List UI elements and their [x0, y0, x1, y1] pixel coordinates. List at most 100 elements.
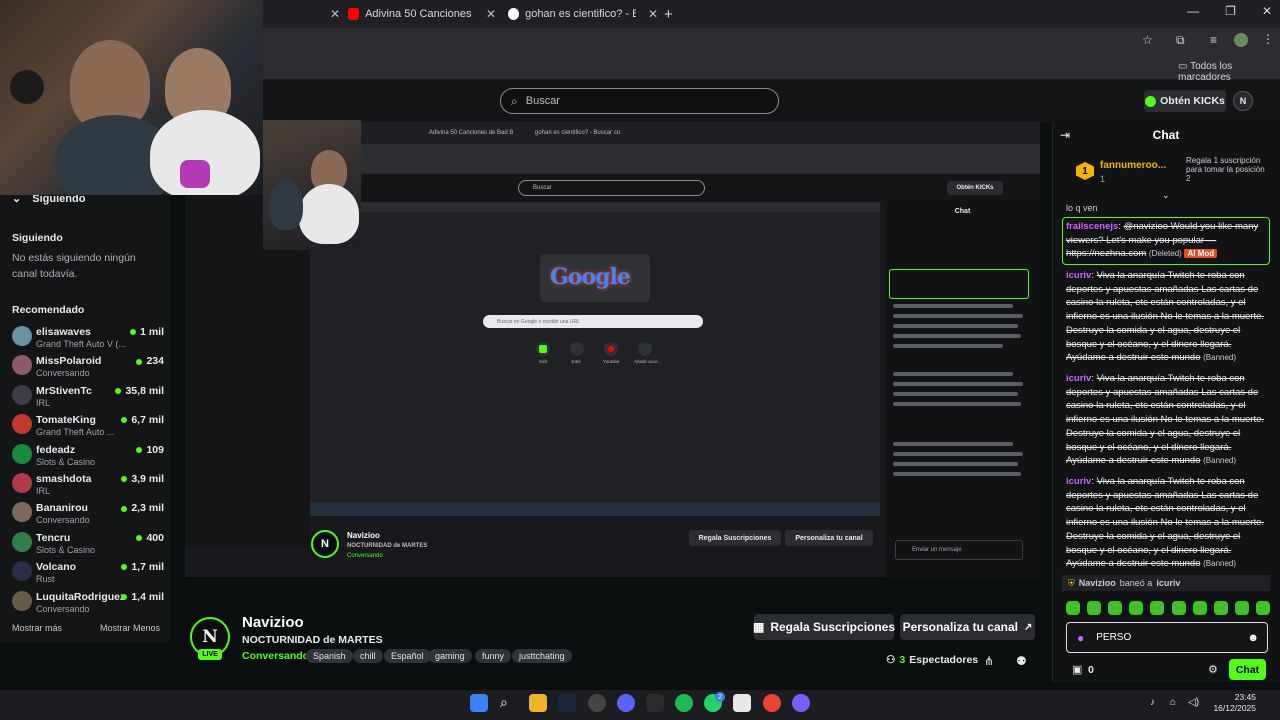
pinned-cta: Regala 1 suscripción para tomar la posic… — [1186, 156, 1265, 183]
chat-message[interactable]: icuriv: Viva la anarquía Twitch te roba … — [1066, 372, 1270, 468]
sidebar-channel-item[interactable]: elisawaves Grand Theft Auto V (... 1 mil — [12, 324, 164, 352]
kicks-wallet-icon[interactable]: ▣ — [1072, 663, 1082, 676]
gift-subs-button[interactable]: ▦ Regala Suscripciones — [753, 614, 895, 640]
google-logo-box: Google — [540, 254, 650, 302]
share-icon[interactable]: ⋔ — [984, 654, 994, 668]
profile-icon[interactable] — [1234, 33, 1248, 47]
close-icon[interactable]: ✕ — [648, 7, 658, 21]
avatar — [12, 414, 32, 435]
chat-input[interactable]: ● PERSO ☻ — [1066, 622, 1268, 653]
stream-tag[interactable]: Spanish — [306, 649, 353, 663]
show-more-link[interactable]: Mostrar más — [12, 623, 62, 633]
sidebar-channel-item[interactable]: Bananirou Conversando 2,3 mil — [12, 500, 164, 528]
emote-icon[interactable] — [1087, 601, 1102, 615]
channel-viewers: 234 — [136, 355, 164, 367]
avatar — [12, 590, 32, 611]
kick-coin-icon — [1145, 95, 1157, 107]
chat-send-button[interactable]: Chat — [1229, 659, 1266, 680]
chat-message[interactable]: frailscenejs: @navizioo Would you like m… — [1066, 220, 1270, 261]
maximize-icon[interactable]: ❐ — [1225, 4, 1236, 18]
chat-username[interactable]: icuriv — [1066, 270, 1091, 281]
capcut-icon[interactable] — [733, 694, 751, 712]
sidebar-channel-item[interactable]: fedeadz Slots & Casino 109 — [12, 442, 164, 470]
external-link-icon: ↗ — [1024, 621, 1033, 633]
volume-icon[interactable]: ◁) — [1188, 697, 1199, 708]
emote-icon[interactable] — [1255, 601, 1270, 615]
discord-icon[interactable] — [617, 694, 635, 712]
microphone-tray-icon[interactable]: ♪ — [1150, 697, 1155, 708]
sidebar-channel-item[interactable]: Tencru Slots & Casino 400 — [12, 530, 164, 558]
extensions-icon[interactable]: ⧉ — [1176, 33, 1185, 48]
microphone-icon[interactable]: ● — [1077, 631, 1084, 645]
start-icon[interactable] — [470, 694, 488, 712]
chat-username[interactable]: icuriv — [1066, 373, 1091, 384]
customize-channel-button[interactable]: Personaliza tu canal ↗ — [900, 614, 1035, 640]
emote-icon[interactable] — [1192, 601, 1207, 615]
minimize-icon[interactable]: — — [1187, 4, 1199, 18]
chat-username[interactable]: frailscenejs — [1066, 221, 1118, 232]
get-kicks-button[interactable]: Obtén KICKs — [1144, 90, 1226, 112]
emote-icon[interactable] — [1213, 601, 1228, 615]
spotify-icon[interactable] — [675, 694, 693, 712]
emote-icon[interactable] — [1234, 601, 1249, 615]
channel-name: elisawaves — [36, 326, 91, 338]
moderation-flag: (Banned) — [1203, 353, 1237, 363]
gear-icon[interactable]: ⚙ — [1208, 663, 1218, 676]
channel-category: Conversando — [36, 515, 90, 526]
tab-close-icon[interactable]: ✕ — [324, 4, 340, 24]
close-window-icon[interactable]: ✕ — [1262, 4, 1272, 18]
network-icon[interactable]: ⌂ — [1170, 697, 1176, 708]
star-icon[interactable]: ☆ — [1142, 33, 1153, 47]
chat-text: Viva la anarquía Twitch te roba con depo… — [1066, 270, 1265, 364]
emote-icon[interactable] — [1150, 601, 1165, 615]
menu-icon[interactable]: ⋮ — [1262, 32, 1274, 46]
streamer-name[interactable]: Navizioo — [242, 614, 304, 631]
sidebar-channel-item[interactable]: MissPolaroid Conversando 234 — [12, 353, 164, 381]
avatar — [12, 355, 32, 376]
steam-icon[interactable] — [558, 694, 576, 712]
app-icon[interactable] — [588, 694, 606, 712]
reading-list-icon[interactable]: ≡ — [1210, 33, 1217, 47]
stream-tag[interactable]: chill — [353, 649, 383, 663]
search-input[interactable]: ⌕ Buscar — [500, 88, 779, 114]
emote-icon[interactable] — [1129, 601, 1144, 615]
stream-tag[interactable]: gaming — [428, 649, 472, 663]
partial-message: lo q ven — [1066, 203, 1098, 213]
nested-video: Google Buscar en Google o escribir una U… — [310, 202, 880, 502]
system-clock[interactable]: 23:45 16/12/2025 — [1213, 692, 1256, 714]
following-empty-text: No estás siguiendo ningún canal todavía. — [12, 252, 136, 280]
emote-icon[interactable] — [1171, 601, 1186, 615]
chat-message[interactable]: icuriv: Viva la anarquía Twitch te roba … — [1066, 475, 1270, 571]
search-icon[interactable]: ⌕ — [500, 694, 518, 712]
epic-games-icon[interactable] — [646, 694, 664, 712]
app-icon[interactable] — [792, 694, 810, 712]
stream-tag[interactable]: justtchating — [512, 649, 572, 663]
tab-gohan-search[interactable]: gohan es cientifico? - Buscar co ✕ — [508, 4, 658, 24]
stream-tag[interactable]: funny — [475, 649, 512, 663]
sidebar-channel-item[interactable]: LuquitaRodriguez Conversando 1,4 mil — [12, 589, 164, 617]
user-avatar[interactable]: N — [1233, 91, 1253, 111]
show-less-link[interactable]: Mostrar Menos — [100, 623, 160, 633]
user-options-icon[interactable]: ⚉ — [1016, 654, 1027, 668]
emote-icon[interactable] — [1066, 601, 1080, 615]
chat-username[interactable]: icuriv — [1066, 476, 1091, 487]
close-icon[interactable]: ✕ — [486, 7, 496, 21]
tab-bad-bunny[interactable]: Adivina 50 Canciones de Bad B ✕ — [348, 4, 496, 24]
sidebar-channel-item[interactable]: smashdota IRL 3,9 mil — [12, 471, 164, 499]
emoji-icon[interactable]: ☻ — [1247, 632, 1259, 644]
window-controls: — ❐ ✕ — [1187, 4, 1272, 18]
sidebar-channel-item[interactable]: TomateKing Grand Theft Auto ... 6,7 mil — [12, 412, 164, 440]
chevron-down-icon[interactable]: ⌄ — [1162, 190, 1170, 201]
stream-category[interactable]: Conversando — [242, 650, 309, 662]
sidebar: ⌄ Siguiendo Siguiendo No estás siguiendo… — [0, 122, 170, 642]
emote-icon[interactable] — [1108, 601, 1123, 615]
stream-title: NOCTURNIDAD de MARTES — [242, 634, 383, 646]
chrome-icon[interactable] — [763, 694, 781, 712]
sidebar-channel-item[interactable]: Volcano Rust 1,7 mil — [12, 559, 164, 587]
file-explorer-icon[interactable] — [529, 694, 547, 712]
pinned-gifter[interactable]: 1 fannumeroo... 1 Regala 1 suscripción p… — [1060, 152, 1272, 201]
chat-message[interactable]: icuriv: Viva la anarquía Twitch te roba … — [1066, 269, 1270, 365]
new-tab-button[interactable]: + — [664, 4, 673, 24]
sidebar-channel-item[interactable]: MrStivenTc IRL 35,8 mil — [12, 383, 164, 411]
stream-tag[interactable]: Español — [384, 649, 431, 663]
